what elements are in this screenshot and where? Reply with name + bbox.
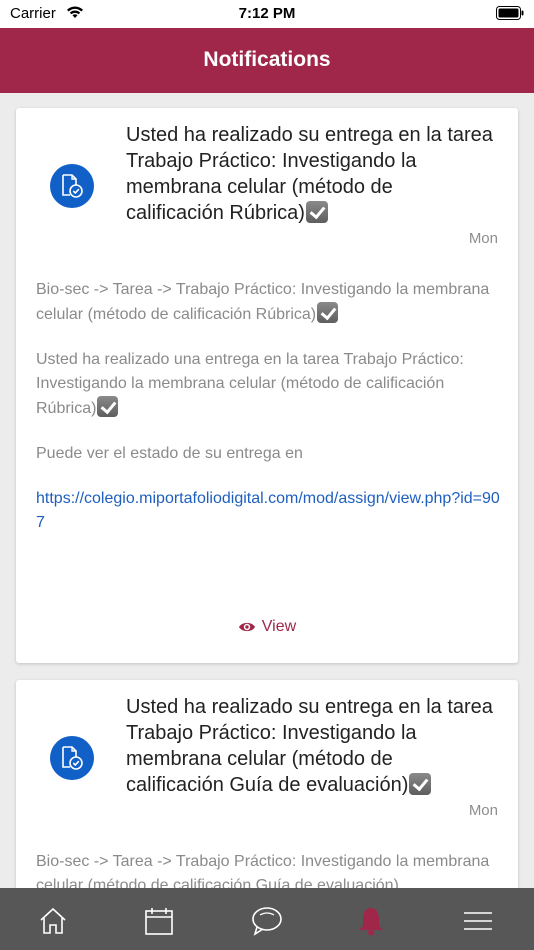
notification-card[interactable]: Usted ha realizado su entrega en la tare… — [16, 680, 518, 888]
status-bar: Carrier 7:12 PM — [0, 0, 534, 28]
notification-time: Mon — [468, 802, 498, 819]
bottom-tab-bar — [0, 888, 534, 950]
eye-icon — [238, 622, 255, 632]
page-title: Notifications — [203, 48, 331, 71]
view-button-label: View — [261, 618, 297, 635]
notification-body: Bio-sec -> Tarea -> Trabajo Práctico: In… — [36, 278, 506, 556]
notification-subject: Usted ha realizado su entrega en la tare… — [126, 124, 493, 224]
notifications-list[interactable]: Usted ha realizado su entrega en la tare… — [0, 93, 534, 888]
submission-link[interactable]: https://colegio.miportafoliodigital.com/… — [36, 490, 500, 531]
body-path-text: Bio-sec -> Tarea -> Trabajo Práctico: In… — [36, 853, 490, 888]
battery-icon — [496, 6, 524, 25]
tab-calendar[interactable] — [106, 888, 212, 950]
tab-notifications[interactable] — [318, 888, 424, 950]
notification-card[interactable]: Usted ha realizado su entrega en la tare… — [16, 108, 518, 663]
bell-icon — [359, 908, 383, 936]
home-icon — [40, 907, 66, 934]
body-status-text: Puede ver el estado de su entrega en — [36, 445, 303, 462]
notification-subject: Usted ha realizado su entrega en la tare… — [126, 696, 493, 796]
app-header: Notifications — [0, 28, 534, 93]
tab-home[interactable] — [0, 888, 106, 950]
tab-messages[interactable] — [212, 888, 318, 950]
checkmark-icon — [305, 201, 328, 223]
notification-time: Mon — [468, 230, 498, 247]
checkmark-icon — [317, 302, 339, 323]
calendar-icon — [145, 908, 173, 935]
assignment-submitted-icon — [50, 164, 94, 208]
clock: 7:12 PM — [238, 5, 296, 22]
view-button[interactable]: View — [16, 618, 518, 636]
tab-menu[interactable] — [424, 888, 530, 950]
checkmark-icon — [409, 773, 432, 795]
messages-icon — [252, 907, 282, 936]
body-path-text: Bio-sec -> Tarea -> Trabajo Práctico: In… — [36, 281, 490, 323]
checkmark-icon — [97, 396, 119, 417]
assignment-submitted-icon — [50, 736, 94, 780]
notification-body: Bio-sec -> Tarea -> Trabajo Práctico: In… — [36, 850, 506, 888]
menu-icon — [464, 912, 492, 930]
